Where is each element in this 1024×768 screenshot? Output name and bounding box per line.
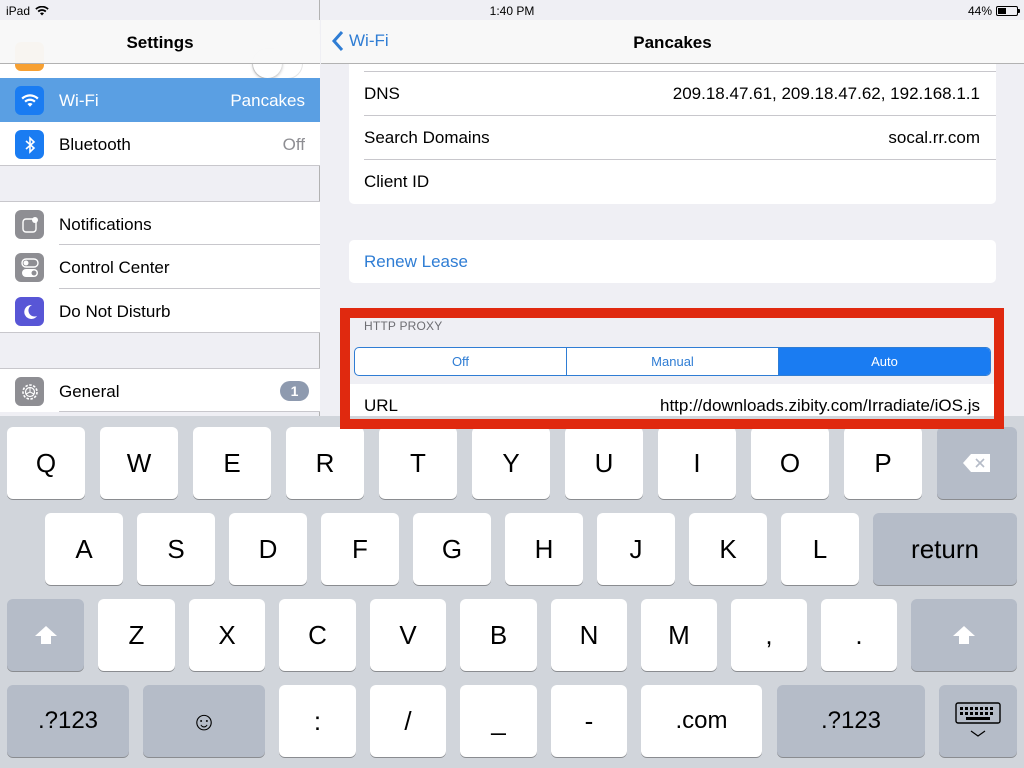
client-id-row[interactable]: Client ID [349,160,996,204]
gear-icon [15,377,44,406]
sidebar-item-notifications[interactable]: Notifications [0,201,320,245]
key-b[interactable]: B [460,599,537,671]
key-c[interactable]: C [279,599,356,671]
keyboard-dismiss-icon [955,702,1001,737]
http-proxy-segmented-control[interactable]: Off Manual Auto [354,347,991,376]
renew-lease-button[interactable]: Renew Lease [349,240,996,283]
key-x[interactable]: X [189,599,265,671]
key-period[interactable]: . [821,599,897,671]
key-dotcom[interactable]: .com [641,685,762,757]
client-id-label: Client ID [364,172,430,191]
row-divider [59,411,320,412]
key-z[interactable]: Z [98,599,175,671]
key-j[interactable]: J [597,513,675,585]
key-l[interactable]: L [781,513,859,585]
key-p[interactable]: P [844,427,922,499]
proxy-option-off[interactable]: Off [355,348,567,375]
sidebar-item-label: Wi-Fi [59,91,99,110]
sidebar-item-label: Control Center [59,258,170,277]
update-badge: 1 [280,381,309,401]
key-m[interactable]: M [641,599,717,671]
battery-percent: 44% [967,4,992,18]
key-comma[interactable]: , [731,599,807,671]
key-r[interactable]: R [286,427,364,499]
dns-row: DNS 209.18.47.61, 209.18.47.62, 192.168.… [349,72,996,116]
sidebar-item-label: Bluetooth [59,135,131,154]
sidebar-nav-bar: Settings [0,20,320,64]
dns-label: DNS [364,84,400,103]
emoji-key[interactable]: ☺ [143,685,265,757]
proxy-option-manual[interactable]: Manual [567,348,779,375]
onscreen-keyboard: Q W E R T Y U I O P A S D F G H J K L re… [0,416,1024,768]
key-y[interactable]: Y [472,427,550,499]
notifications-icon [15,210,44,239]
key-a[interactable]: A [45,513,123,585]
key-t[interactable]: T [379,427,457,499]
bluetooth-status: Off [282,135,305,154]
key-d[interactable]: D [229,513,307,585]
proxy-option-auto[interactable]: Auto [779,348,990,375]
proxy-url-label: URL [364,396,399,415]
numbers-key-left[interactable]: .?123 [7,685,129,757]
sidebar-item-general[interactable]: General 1 [0,368,320,412]
battery-level [998,8,1006,14]
key-u[interactable]: U [565,427,643,499]
shift-key-right[interactable] [911,599,1017,671]
return-key[interactable]: return [873,513,1017,585]
key-w[interactable]: W [100,427,178,499]
network-title: Pancakes [633,33,712,52]
sidebar-title: Settings [126,33,194,52]
emoji-icon: ☺ [190,705,218,736]
battery-icon [996,6,1020,16]
key-i[interactable]: I [658,427,736,499]
key-s[interactable]: S [137,513,215,585]
key-g[interactable]: G [413,513,491,585]
search-domains-row: Search Domains socal.rr.com [349,116,996,160]
dismiss-keyboard-key[interactable] [939,685,1017,757]
key-n[interactable]: N [551,599,627,671]
key-o[interactable]: O [751,427,829,499]
renew-lease-label: Renew Lease [364,252,468,271]
key-k[interactable]: K [689,513,767,585]
key-h[interactable]: H [505,513,583,585]
bluetooth-icon [15,130,44,159]
clock: 1:40 PM [489,4,535,18]
control-center-icon [15,253,44,282]
detail-nav-bar: Wi-Fi Pancakes [321,20,1024,64]
key-q[interactable]: Q [7,427,85,499]
http-proxy-header: HTTP PROXY [364,319,443,333]
key-colon[interactable]: : [279,685,356,757]
key-e[interactable]: E [193,427,271,499]
key-f[interactable]: F [321,513,399,585]
wifi-icon [15,86,44,115]
numbers-key-right[interactable]: .?123 [777,685,925,757]
shift-arrow-icon [34,626,57,644]
moon-icon [15,297,44,326]
sidebar-item-label: General [59,382,120,401]
shift-arrow-icon [953,626,975,644]
shift-key-left[interactable] [7,599,84,671]
sidebar-item-control-center[interactable]: Control Center [0,245,320,289]
key-underscore[interactable]: _ [460,685,537,757]
search-domains-value: socal.rr.com [888,128,980,147]
sidebar-item-label: Notifications [59,215,152,234]
search-domains-label: Search Domains [364,128,490,147]
sidebar-item-wifi[interactable]: Wi-Fi Pancakes [0,78,320,122]
sidebar-item-do-not-disturb[interactable]: Do Not Disturb [0,289,320,333]
proxy-url-field[interactable]: http://downloads.zibity.com/Irradiate/iO… [660,396,980,416]
status-bar: iPad 1:40 PM 44% [0,0,1024,20]
key-v[interactable]: V [370,599,446,671]
delete-key[interactable] [937,427,1017,499]
dns-value: 209.18.47.61, 209.18.47.62, 192.168.1.1 [672,84,980,103]
backspace-icon [963,454,990,472]
sidebar-item-label: Do Not Disturb [59,302,171,321]
key-slash[interactable]: / [370,685,446,757]
dhcp-info-group: DNS 209.18.47.61, 209.18.47.62, 192.168.… [349,40,996,204]
key-hyphen[interactable]: - [551,685,627,757]
wifi-network-name: Pancakes [230,91,305,110]
sidebar-item-bluetooth[interactable]: Bluetooth Off [0,122,320,166]
